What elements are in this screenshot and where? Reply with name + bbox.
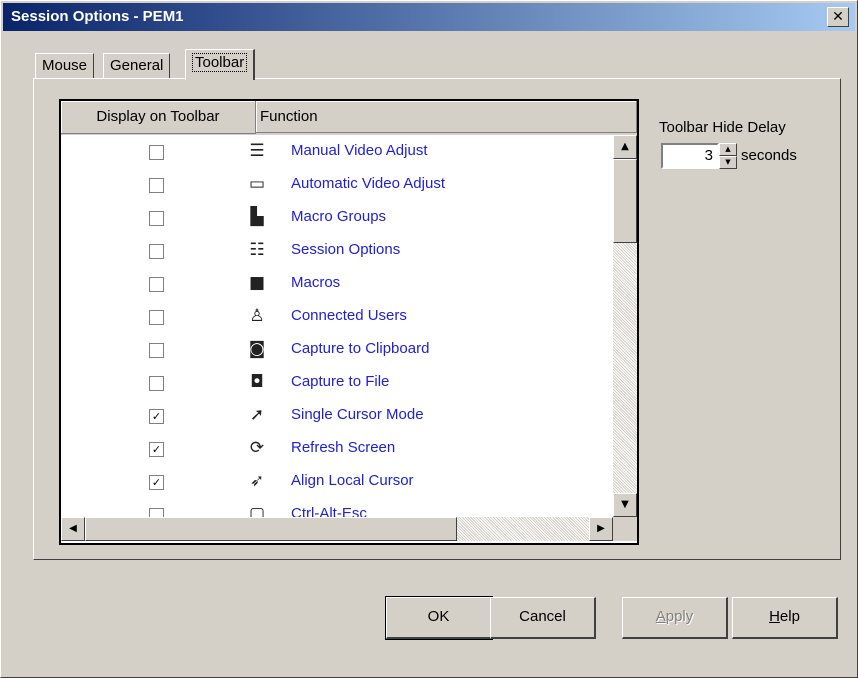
scroll-right-button[interactable]: ▶ xyxy=(589,517,613,541)
automatic-video-adjust-icon: ▭ xyxy=(248,174,266,194)
table-row[interactable]: ▭ Automatic Video Adjust xyxy=(61,169,613,202)
column-header-display[interactable]: Display on Toolbar xyxy=(61,101,256,134)
horizontal-scrollbar[interactable]: ◀ ▶ xyxy=(61,517,613,541)
display-checkbox[interactable] xyxy=(149,244,164,259)
macro-groups-icon: ▙ xyxy=(250,207,264,227)
display-checkbox[interactable]: ✓ xyxy=(149,442,164,457)
delay-spinner: ▲ ▼ xyxy=(719,143,737,169)
partial-row-icon: ▢ xyxy=(248,504,266,517)
function-label: Refresh Screen xyxy=(291,439,396,456)
table-row[interactable]: ☰ Manual Video Adjust xyxy=(61,136,613,169)
function-label: Session Options xyxy=(291,241,401,258)
help-mnemonic: H xyxy=(769,608,780,625)
tab-general-label: General xyxy=(110,57,164,74)
function-label: Ctrl-Alt-Esc xyxy=(291,505,367,517)
single-cursor-mode-icon: ➚ xyxy=(249,405,265,425)
column-header-function[interactable]: Function xyxy=(256,101,637,133)
ok-button[interactable]: OK xyxy=(385,596,493,640)
function-label: Automatic Video Adjust xyxy=(291,175,445,192)
toolbar-hide-delay-label: Toolbar Hide Delay xyxy=(659,119,786,136)
display-checkbox[interactable] xyxy=(149,277,164,292)
horizontal-scroll-thumb[interactable] xyxy=(85,517,457,541)
display-checkbox[interactable] xyxy=(149,310,164,325)
scroll-corner xyxy=(613,517,637,541)
display-checkbox[interactable] xyxy=(149,211,164,226)
function-label: Connected Users xyxy=(291,307,407,324)
display-checkbox[interactable] xyxy=(149,508,164,517)
table-row[interactable]: ■ Macros xyxy=(61,268,613,301)
apply-button[interactable]: Apply xyxy=(622,597,728,639)
table-row[interactable]: ◘ Capture to File xyxy=(61,367,613,400)
help-button[interactable]: Help xyxy=(732,597,838,639)
window-title: Session Options - PEM1 xyxy=(11,8,184,25)
vertical-scrollbar[interactable]: ▲ ▼ xyxy=(613,135,637,517)
tab-mouse[interactable]: Mouse xyxy=(35,53,95,78)
spin-up-button[interactable]: ▲ xyxy=(719,143,737,156)
macros-icon: ■ xyxy=(248,273,266,293)
manual-video-adjust-icon: ☰ xyxy=(249,141,265,161)
help-label: elp xyxy=(779,608,800,625)
table-row[interactable]: ✓ ⟳ Refresh Screen xyxy=(61,433,613,466)
table-row[interactable]: ▢ Ctrl-Alt-Esc xyxy=(61,499,613,517)
align-local-cursor-icon: ➶ xyxy=(249,471,265,491)
function-label: Single Cursor Mode xyxy=(291,406,424,423)
function-label: Macro Groups xyxy=(291,208,387,225)
seconds-label: seconds xyxy=(741,147,797,164)
display-checkbox[interactable] xyxy=(149,145,164,160)
capture-to-clipboard-icon: ◙ xyxy=(248,339,266,359)
tab-mouse-label: Mouse xyxy=(42,57,88,74)
function-label: Capture to File xyxy=(291,373,390,390)
close-button[interactable]: ✕ xyxy=(827,7,849,27)
cancel-button[interactable]: Cancel xyxy=(490,597,596,639)
session-options-dialog: Session Options - PEM1 ✕ Mouse General T… xyxy=(0,0,858,678)
title-bar[interactable]: Session Options - PEM1 ✕ xyxy=(3,3,855,31)
display-checkbox[interactable] xyxy=(149,376,164,391)
toolbar-hide-delay-input[interactable]: 3 xyxy=(661,143,719,169)
table-row[interactable]: ✓ ➶ Align Local Cursor xyxy=(61,466,613,499)
vertical-scroll-thumb[interactable] xyxy=(613,159,637,243)
display-checkbox[interactable] xyxy=(149,178,164,193)
scroll-left-button[interactable]: ◀ xyxy=(61,517,85,541)
table-row[interactable]: ▙ Macro Groups xyxy=(61,202,613,235)
scroll-down-button[interactable]: ▼ xyxy=(613,493,637,517)
tab-toolbar[interactable]: Toolbar xyxy=(185,49,256,80)
table-row[interactable]: ☷ Session Options xyxy=(61,235,613,268)
function-label: Align Local Cursor xyxy=(291,472,414,489)
function-label: Macros xyxy=(291,274,341,291)
toolbar-functions-table: Display on Toolbar Function ☰ Manual Vid… xyxy=(59,99,639,545)
tab-general[interactable]: General xyxy=(103,53,171,78)
display-checkbox[interactable]: ✓ xyxy=(149,475,164,490)
function-label: Capture to Clipboard xyxy=(291,340,430,357)
display-checkbox[interactable] xyxy=(149,343,164,358)
table-row[interactable]: ♙ Connected Users xyxy=(61,301,613,334)
scroll-up-button[interactable]: ▲ xyxy=(613,135,637,159)
table-row[interactable]: ✓ ➚ Single Cursor Mode xyxy=(61,400,613,433)
apply-mnemonic: A xyxy=(655,608,666,625)
table-header: Display on Toolbar Function xyxy=(61,101,637,135)
capture-to-file-icon: ◘ xyxy=(250,372,264,392)
table-body: ☰ Manual Video Adjust ▭ Automatic Video … xyxy=(61,135,613,517)
display-checkbox[interactable]: ✓ xyxy=(149,409,164,424)
function-label: Manual Video Adjust xyxy=(291,142,428,159)
refresh-screen-icon: ⟳ xyxy=(249,438,265,458)
apply-label: pply xyxy=(665,608,694,625)
session-options-icon: ☷ xyxy=(249,240,265,260)
connected-users-icon: ♙ xyxy=(249,306,265,326)
spin-down-button[interactable]: ▼ xyxy=(719,156,737,169)
table-row[interactable]: ◙ Capture to Clipboard xyxy=(61,334,613,367)
tab-toolbar-label: Toolbar xyxy=(192,53,248,72)
